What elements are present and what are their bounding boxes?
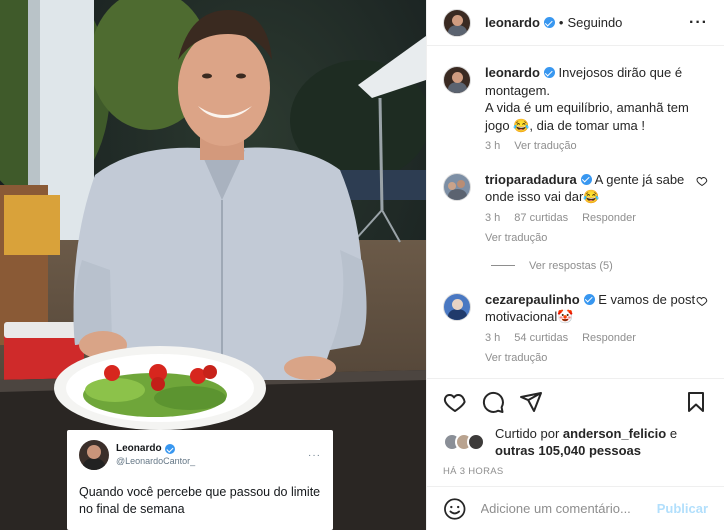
comment-item: cezarepaulinho E vamos de post motivacio… <box>443 291 708 368</box>
instagram-post-window: Leonardo @LeonardoCantor_ ··· Quando voc… <box>0 0 724 530</box>
post-header: leonardo • Seguindo ··· <box>427 0 724 46</box>
add-comment-bar: Publicar <box>427 486 724 530</box>
caption: leonardo Invejosos dirão que é montagem.… <box>443 64 708 156</box>
comment-translate-link[interactable]: Ver tradução <box>485 230 705 248</box>
tweet-text: Quando você percebe que passou do limite… <box>79 485 321 516</box>
reply-button[interactable]: Responder <box>582 330 636 348</box>
comment-username[interactable]: trioparadadura <box>485 172 577 187</box>
liked-by-user[interactable]: anderson_felicio <box>563 426 666 441</box>
posted-time[interactable]: HÁ 3 HORAS <box>443 466 708 477</box>
tweet-author-name: Leonardo <box>116 443 162 454</box>
emoji-icon[interactable] <box>443 497 467 521</box>
following-button[interactable]: Seguindo <box>567 15 622 30</box>
verified-icon <box>164 444 175 454</box>
comment-bubble-icon[interactable] <box>481 390 505 414</box>
view-replies-line <box>491 265 515 266</box>
action-icons <box>443 385 708 419</box>
author-username-text: leonardo <box>485 15 540 30</box>
comment-time[interactable]: 3 h <box>485 330 500 348</box>
save-bookmark-icon[interactable] <box>684 390 708 414</box>
tweet-avatar <box>79 440 109 470</box>
verified-icon <box>583 293 595 305</box>
author-avatar[interactable] <box>443 8 471 37</box>
publish-button[interactable]: Publicar <box>657 501 708 516</box>
liker-avatars[interactable] <box>443 433 491 451</box>
comment-avatar[interactable] <box>443 292 471 321</box>
likes-prefix: Curtido por <box>495 426 563 441</box>
more-options-icon[interactable]: ··· <box>689 14 708 32</box>
comments-list[interactable]: leonardo Invejosos dirão que é montagem.… <box>427 47 724 377</box>
comment-likes-count[interactable]: 87 curtidas <box>514 210 568 228</box>
caption-avatar[interactable] <box>443 66 471 94</box>
view-replies-button[interactable]: Ver respostas (5) <box>491 260 708 272</box>
author-username[interactable]: leonardo <box>485 15 555 30</box>
comment-likes-count[interactable]: 54 curtidas <box>514 330 568 348</box>
comment-translate-link[interactable]: Ver tradução <box>485 350 705 368</box>
tweet-author-row: Leonardo <box>116 443 195 455</box>
reply-button[interactable]: Responder <box>582 210 636 228</box>
post-photo[interactable]: Leonardo @LeonardoCantor_ ··· Quando voc… <box>0 0 426 530</box>
tweet-overlay: Leonardo @LeonardoCantor_ ··· Quando voc… <box>67 430 333 530</box>
comment-username[interactable]: cezarepaulinho <box>485 292 580 307</box>
like-heart-icon[interactable] <box>443 390 467 414</box>
post-actions: Curtido por anderson_felicio e outras 10… <box>427 378 724 477</box>
tweet-more-icon: ··· <box>308 449 321 461</box>
comment-text-block: cezarepaulinho E vamos de post motivacio… <box>485 291 705 326</box>
post-side-panel: leonardo • Seguindo ··· leonardo Invejos… <box>426 0 724 530</box>
likes-text: Curtido por anderson_felicio e outras 10… <box>495 425 677 459</box>
verified-icon <box>580 173 592 185</box>
comment-input[interactable] <box>480 501 657 516</box>
caption-translate-link[interactable]: Ver tradução <box>514 138 576 156</box>
comment-text-block: trioparadadura A gente já sabe onde isso… <box>485 171 705 206</box>
likes-summary: Curtido por anderson_felicio e outras 10… <box>443 425 708 459</box>
header-separator: • <box>558 15 564 30</box>
view-replies-label: Ver respostas (5) <box>529 259 613 272</box>
verified-icon <box>543 67 555 78</box>
likes-middle: e <box>666 426 678 441</box>
likes-others-link[interactable]: outras 105,040 pessoas <box>495 443 641 458</box>
comment-avatar[interactable] <box>443 172 471 201</box>
comment-item: trioparadadura A gente já sabe onde isso… <box>443 171 708 248</box>
comment-time[interactable]: 3 h <box>485 210 500 228</box>
comment-like-heart-icon[interactable] <box>696 295 708 307</box>
comment-like-heart-icon[interactable] <box>696 175 708 187</box>
share-paper-plane-icon[interactable] <box>519 390 543 414</box>
caption-username[interactable]: leonardo <box>485 65 540 80</box>
caption-text-block: leonardo Invejosos dirão que é montagem.… <box>485 64 705 134</box>
caption-time[interactable]: 3 h <box>485 138 500 156</box>
verified-icon <box>543 17 555 28</box>
tweet-handle: @LeonardoCantor_ <box>116 456 196 466</box>
